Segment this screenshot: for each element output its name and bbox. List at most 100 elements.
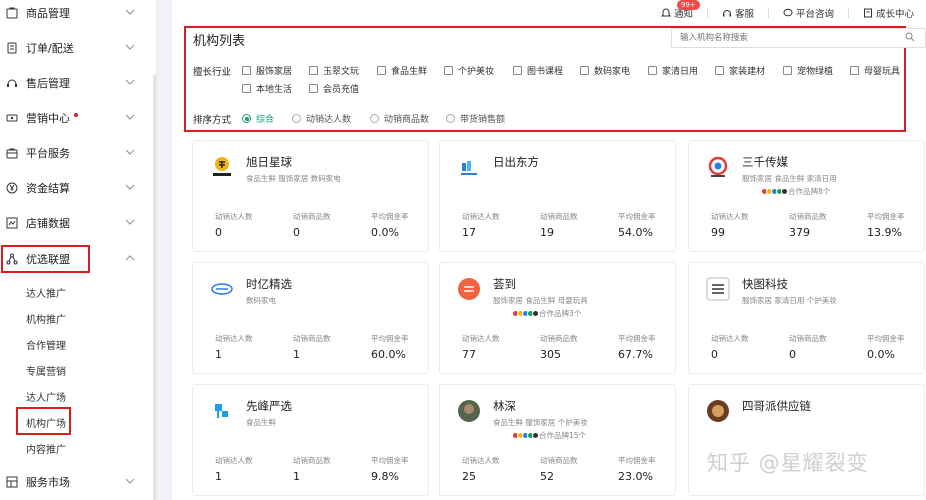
divider: [847, 8, 849, 18]
agency-tags: 服饰家居 食品生鲜 母婴玩具: [493, 296, 588, 305]
menu-aftersale[interactable]: 售后管理: [0, 66, 157, 100]
stat-value: 17: [462, 226, 476, 239]
agency-logo-icon: [210, 399, 234, 423]
menu-market[interactable]: 服务市场: [0, 465, 157, 499]
agency-stat: 动销达人数 25: [462, 455, 500, 483]
search-input[interactable]: [671, 28, 926, 48]
stat-value: 0: [789, 348, 796, 361]
growth-button[interactable]: 成长中心: [863, 6, 914, 20]
agency-logo-icon: [457, 399, 481, 423]
stat-label: 动销达人数: [215, 334, 253, 343]
chevron-down-icon: [125, 114, 135, 120]
menu-label: 平台服务: [26, 147, 70, 160]
submenu-content-promo[interactable]: 内容推广: [26, 441, 66, 456]
industry-checkbox[interactable]: 会员充值: [309, 82, 359, 95]
chart-icon: [5, 216, 19, 230]
industry-checkbox[interactable]: 图书课程: [513, 64, 563, 77]
industry-checkbox[interactable]: 服饰家居: [242, 64, 292, 77]
agency-tags: 服饰家居 家清日用 个护美妆: [742, 296, 837, 305]
agency-stat: 动销达人数 0: [215, 211, 253, 239]
sort-radio-talents[interactable]: 动销达人数: [292, 112, 351, 125]
industry-checkbox[interactable]: 个护美妆: [444, 64, 494, 77]
menu-marketing[interactable]: 营销中心: [0, 101, 157, 135]
stat-label: 平均佣金率: [371, 212, 409, 221]
agency-card[interactable]: 先峰严选 食品生鲜 动销达人数 1 动销商品数 1 平均佣金率 9.8%: [192, 384, 429, 496]
chevron-down-icon: [125, 44, 135, 50]
industry-checkbox[interactable]: 玉翠文玩: [309, 64, 359, 77]
agency-card[interactable]: 林深 食品生鲜 服饰家居 个护美妆 合作品牌15个 动销达人数 25 动销商品数 52 平均佣…: [439, 384, 676, 496]
agency-name: 荟到: [493, 277, 516, 291]
agency-name: 时亿精选: [246, 277, 292, 291]
agency-tags: 食品生鲜: [246, 418, 276, 427]
order-icon: [5, 41, 19, 55]
submenu-agency-promo[interactable]: 机构推广: [26, 311, 66, 326]
agency-card[interactable]: 旭日星球 食品生鲜 服饰家居 数码家电 动销达人数 0 动销商品数 0 平均佣金率 0.0%: [192, 140, 429, 252]
chevron-down-icon: [125, 219, 135, 225]
stat-value: 0: [711, 348, 718, 361]
stat-value: 0.0%: [371, 226, 399, 239]
agency-stat: 动销商品数 1: [293, 455, 331, 483]
agency-stat: 平均佣金率 9.8%: [371, 455, 409, 483]
partner-brands-label: 合作品牌8个: [788, 187, 831, 196]
menu-data[interactable]: 店铺数据: [0, 206, 157, 240]
agency-stat: 平均佣金率 60.0%: [371, 333, 409, 361]
submenu-cooperation[interactable]: 合作管理: [26, 337, 66, 352]
stat-label: 平均佣金率: [371, 456, 409, 465]
agency-stat: 平均佣金率 67.7%: [618, 333, 656, 361]
industry-checkbox[interactable]: 家装建材: [715, 64, 765, 77]
agency-stat: 动销商品数 379: [789, 211, 827, 239]
industry-checkbox[interactable]: 食品生鲜: [377, 64, 427, 77]
menu-label: 售后管理: [26, 77, 70, 90]
agency-stat: 平均佣金率 13.9%: [867, 211, 905, 239]
headset-icon: [722, 10, 731, 17]
menu-platform[interactable]: 平台服务: [0, 136, 157, 170]
chevron-up-icon: [125, 255, 135, 261]
industry-checkbox[interactable]: 家清日用: [648, 64, 698, 77]
agency-stat: 动销达人数 77: [462, 333, 500, 361]
stat-label: 动销商品数: [293, 334, 331, 343]
sort-radio-overall[interactable]: 综合: [242, 112, 274, 125]
stat-label: 动销达人数: [215, 456, 253, 465]
stat-label: 动销达人数: [462, 212, 500, 221]
agency-tags: 服饰家居 食品生鲜 家清日用: [742, 174, 837, 183]
stat-value: 23.0%: [618, 470, 653, 483]
new-dot: [74, 113, 78, 117]
agency-card[interactable]: 三千传媒 服饰家居 食品生鲜 家清日用 合作品牌8个 动销达人数 99 动销商品数 379 平…: [688, 140, 925, 252]
consult-button[interactable]: 平台咨询: [783, 6, 834, 20]
agency-card[interactable]: 日出东方 动销达人数 17 动销商品数 19 平均佣金率 54.0%: [439, 140, 676, 252]
agency-card[interactable]: 时亿精选 数码家电 动销达人数 1 动销商品数 1 平均佣金率 60.0%: [192, 262, 429, 374]
menu-product[interactable]: 商品管理: [0, 0, 157, 30]
industry-checkbox[interactable]: 本地生活: [242, 82, 292, 95]
industry-checkbox[interactable]: 母婴玩具: [850, 64, 900, 77]
agency-card[interactable]: 荟到 服饰家居 食品生鲜 母婴玩具 合作品牌3个 动销达人数 77 动销商品数 305 平均佣…: [439, 262, 676, 374]
search-icon[interactable]: [905, 32, 915, 42]
industry-checkbox[interactable]: 宠物绿植: [783, 64, 833, 77]
sort-radio-sales[interactable]: 带货销售额: [446, 112, 505, 125]
headset-icon: [5, 76, 19, 90]
agency-logo-icon: [706, 155, 730, 179]
stat-label: 动销商品数: [540, 212, 578, 221]
menu-order[interactable]: 订单/配送: [0, 31, 157, 65]
stat-label: 平均佣金率: [371, 334, 409, 343]
menu-label: 营销中心: [26, 112, 70, 125]
submenu-talent-square[interactable]: 达人广场: [26, 389, 66, 404]
agency-name: 四哥派供应链: [742, 399, 811, 413]
brand-avatars-icon: [512, 310, 539, 317]
briefcase-icon: [5, 146, 19, 160]
chat-icon: [783, 8, 793, 17]
sort-radio-products[interactable]: 动销商品数: [370, 112, 429, 125]
stat-value: 1: [215, 348, 222, 361]
stat-value: 0: [293, 226, 300, 239]
agency-card[interactable]: 快图科技 服饰家居 家清日用 个护美妆 动销达人数 0 动销商品数 0 平均佣金率 0.0%: [688, 262, 925, 374]
menu-finance[interactable]: 资金结算: [0, 171, 157, 205]
stat-label: 动销商品数: [540, 334, 578, 343]
industry-checkbox[interactable]: 数码家电: [580, 64, 630, 77]
stat-label: 动销达人数: [462, 334, 500, 343]
sidebar-scrollbar[interactable]: [153, 75, 156, 500]
notice-button[interactable]: 通知 99+: [660, 0, 700, 20]
brand-avatars-icon: [761, 188, 788, 195]
agency-card[interactable]: 四哥派供应链: [688, 384, 925, 496]
submenu-talent-promo[interactable]: 达人推广: [26, 285, 66, 300]
submenu-exclusive[interactable]: 专属营销: [26, 363, 66, 378]
service-button[interactable]: 客服: [722, 6, 754, 20]
